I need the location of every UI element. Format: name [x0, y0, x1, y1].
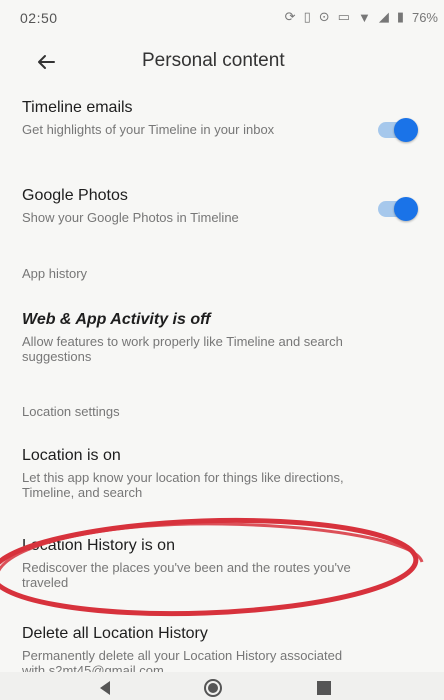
- google-photos-toggle[interactable]: [378, 197, 418, 221]
- setting-title: Delete all Location History: [22, 625, 208, 642]
- status-icons: ⟳ ▯ ⊙ ▭ ▼ ◢ ▮ 76%: [285, 9, 438, 25]
- location-setting[interactable]: Location is on Let this app know your lo…: [22, 446, 402, 500]
- setting-title: Location is on: [22, 447, 121, 464]
- setting-description: Let this app know your location for thin…: [22, 470, 344, 500]
- battery-icon: ▮: [396, 9, 404, 24]
- red-circle-annotation: [0, 517, 424, 617]
- setting-description: Show your Google Photos in Timeline: [22, 210, 239, 225]
- setting-description: Allow features to work properly like Tim…: [22, 334, 343, 364]
- cast-icon: ▭: [337, 9, 350, 24]
- toggle-knob: [394, 118, 418, 142]
- status-time: 02:50: [20, 10, 58, 26]
- section-header-location-settings: Location settings: [22, 404, 120, 419]
- delete-location-history-setting[interactable]: Delete all Location History Permanently …: [22, 624, 402, 676]
- signal-icon: ◢: [378, 9, 389, 24]
- app-bar: Personal content: [0, 40, 444, 84]
- recents-square-icon[interactable]: [314, 678, 334, 698]
- page-title: Personal content: [142, 50, 285, 71]
- timeline-emails-setting[interactable]: Timeline emails Get highlights of your T…: [22, 98, 402, 137]
- status-bar: 02:50 ⟳ ▯ ⊙ ▭ ▼ ◢ ▮ 76%: [0, 0, 444, 40]
- home-circle-icon[interactable]: [203, 678, 223, 698]
- system-nav-bar: [0, 672, 444, 700]
- setting-title: Google Photos: [22, 187, 128, 204]
- arrow-back-icon: [38, 55, 55, 69]
- battery-percent: 76%: [411, 9, 438, 25]
- timeline-emails-toggle[interactable]: [378, 118, 418, 142]
- google-photos-setting[interactable]: Google Photos Show your Google Photos in…: [22, 186, 402, 225]
- setting-description: Get highlights of your Timeline in your …: [22, 122, 275, 137]
- web-app-activity-setting[interactable]: Web & App Activity is off Allow features…: [22, 310, 402, 364]
- back-triangle-icon[interactable]: [96, 678, 116, 698]
- setting-title: Timeline emails: [22, 99, 133, 116]
- vibrate-icon: ▯: [303, 9, 311, 24]
- toggle-knob: [394, 197, 418, 221]
- wifi-icon: ▼: [357, 9, 371, 25]
- section-header-app-history: App history: [22, 266, 88, 281]
- setting-title: Web & App Activity is off: [22, 311, 211, 328]
- back-button[interactable]: [26, 46, 66, 78]
- sync-icon: ⟳: [284, 9, 296, 24]
- location-icon: ⊙: [318, 9, 330, 24]
